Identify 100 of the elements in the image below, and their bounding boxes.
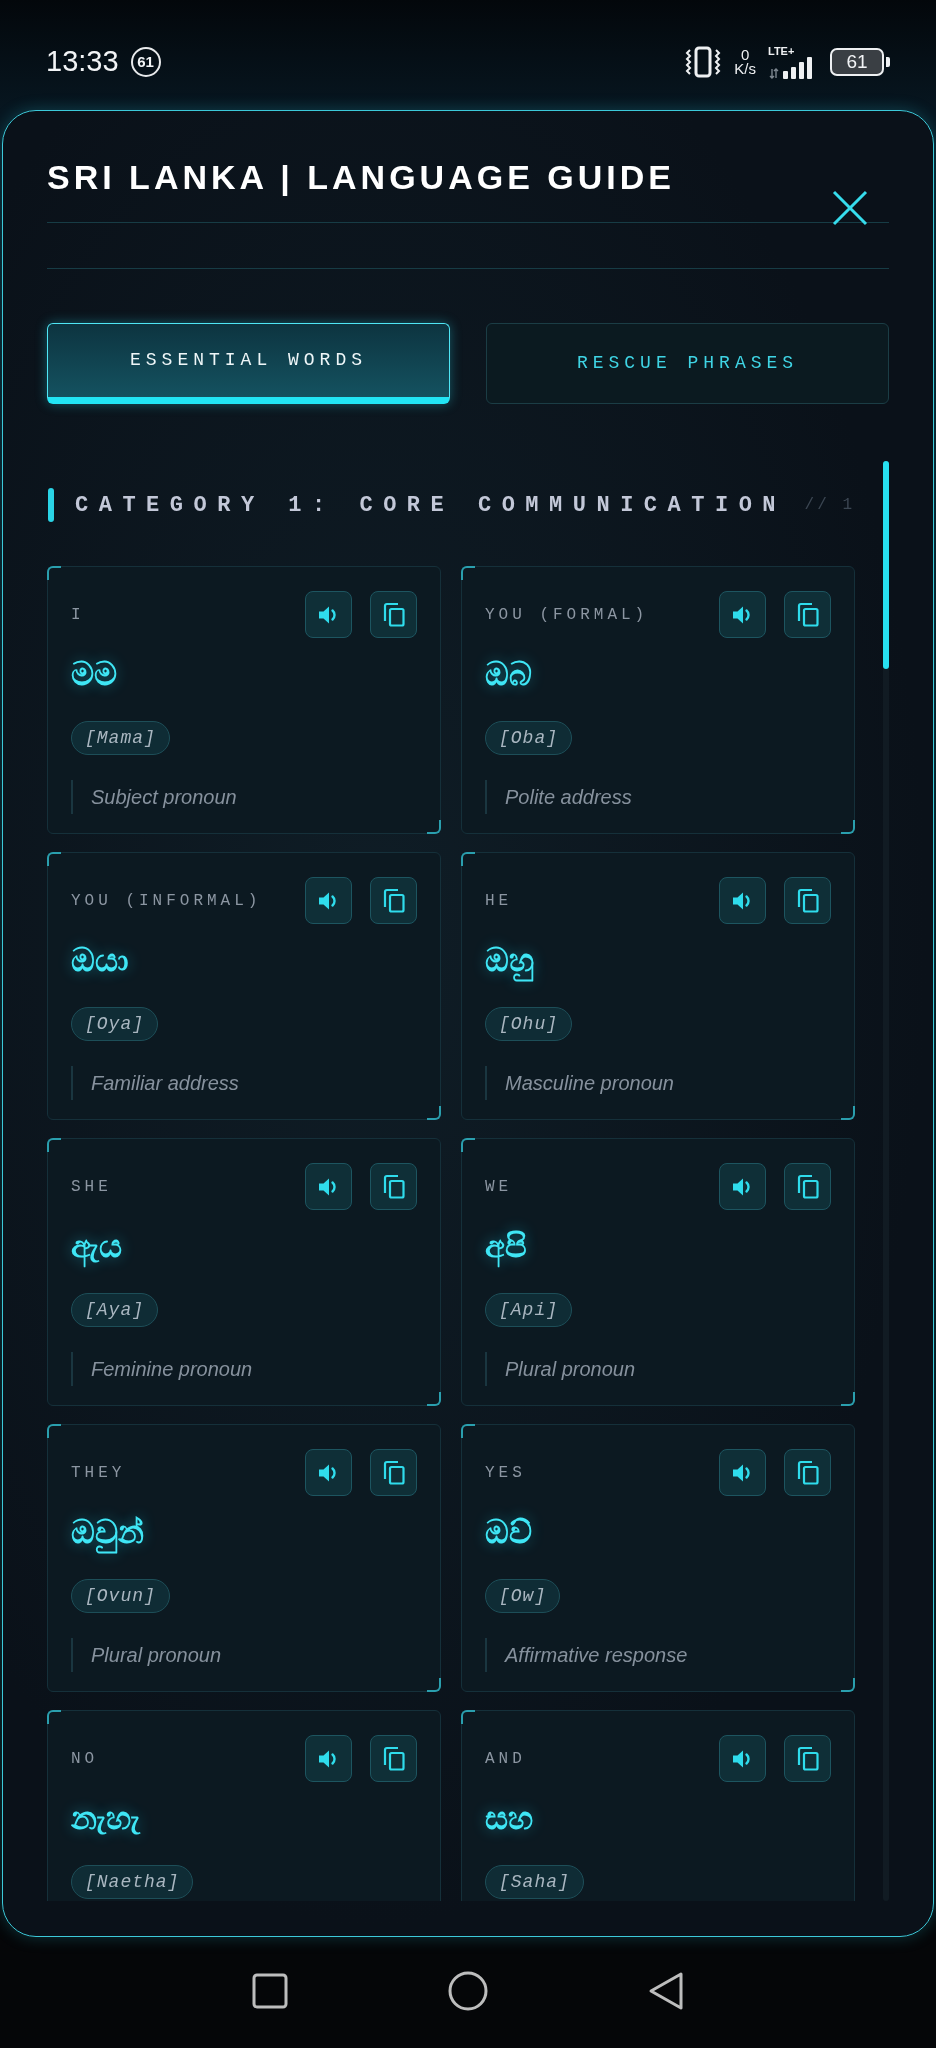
- sinhala-word: අපි: [485, 1224, 527, 1268]
- corner-accent: [461, 1710, 475, 1724]
- back-button[interactable]: [648, 1970, 684, 2011]
- copy-icon: [382, 1460, 405, 1485]
- copy-button[interactable]: [784, 1735, 831, 1782]
- copy-icon: [796, 602, 819, 627]
- scrollbar-thumb[interactable]: [883, 461, 889, 669]
- corner-accent: [47, 566, 61, 580]
- copy-icon: [796, 1460, 819, 1485]
- vibrate-icon: [684, 46, 723, 78]
- notification-count-badge: 61: [130, 47, 161, 77]
- speaker-button[interactable]: [719, 1163, 766, 1210]
- copy-button[interactable]: [370, 591, 417, 638]
- speaker-button[interactable]: [719, 591, 766, 638]
- pronunciation-tag: [Ow]: [485, 1579, 561, 1613]
- sinhala-word: ඔව්: [485, 1513, 532, 1552]
- speaker-button[interactable]: [719, 1449, 766, 1496]
- sinhala-word: ඔයා: [71, 941, 129, 980]
- pronunciation-tag: [Naetha]: [71, 1865, 194, 1899]
- copy-button[interactable]: [370, 877, 417, 924]
- speaker-button[interactable]: [305, 591, 352, 638]
- corner-accent: [427, 820, 441, 834]
- word-description: Feminine pronoun: [91, 1357, 253, 1382]
- copy-button[interactable]: [370, 1449, 417, 1496]
- word-description: Plural pronoun: [91, 1643, 222, 1668]
- corner-accent: [841, 1106, 855, 1120]
- battery-indicator: 61: [830, 48, 890, 76]
- speaker-button[interactable]: [719, 877, 766, 924]
- corner-accent: [427, 1106, 441, 1120]
- sinhala-word: ඔබ: [485, 655, 532, 694]
- speaker-button[interactable]: [305, 1735, 352, 1782]
- copy-icon: [796, 1746, 819, 1771]
- word-description: Familiar address: [91, 1071, 239, 1096]
- tab[interactable]: ESSENTIAL WORDS: [47, 323, 450, 404]
- english-word: YOU (FORMAL): [485, 604, 649, 626]
- copy-icon: [382, 1746, 405, 1771]
- english-word: WE: [485, 1176, 513, 1198]
- network-speed: 0 K/s: [734, 48, 756, 76]
- copy-button[interactable]: [784, 591, 831, 638]
- pronunciation-tag: [Oya]: [71, 1007, 158, 1041]
- square-icon: [252, 1972, 288, 2009]
- sinhala-word: ඔවුන්: [71, 1510, 144, 1554]
- corner-accent: [461, 852, 475, 866]
- category-heading: CATEGORY 1: CORE COMMUNICATION: [75, 491, 787, 520]
- close-button[interactable]: [832, 190, 868, 226]
- close-icon: [832, 190, 868, 226]
- speaker-button[interactable]: [305, 1163, 352, 1210]
- triangle-icon: [648, 1970, 684, 2011]
- corner-accent: [461, 1424, 475, 1438]
- pronunciation-tag: [Ovun]: [71, 1579, 170, 1613]
- word-description: Masculine pronoun: [505, 1071, 674, 1096]
- tab[interactable]: RESCUE PHRASES: [486, 323, 889, 404]
- heading-accent-bar: [48, 488, 54, 522]
- corner-accent: [427, 1678, 441, 1692]
- corner-accent: [427, 1392, 441, 1406]
- corner-accent: [841, 1392, 855, 1406]
- corner-accent: [47, 1424, 61, 1438]
- corner-accent: [47, 852, 61, 866]
- pronunciation-tag: [Mama]: [71, 721, 170, 755]
- copy-icon: [382, 602, 405, 627]
- corner-accent: [841, 820, 855, 834]
- english-word: YES: [485, 1462, 526, 1484]
- speaker-button[interactable]: [305, 1449, 352, 1496]
- copy-button[interactable]: [784, 1163, 831, 1210]
- sinhala-word: සහ: [485, 1799, 533, 1838]
- sinhala-word: ඔහු: [485, 938, 534, 982]
- english-word: I: [71, 604, 85, 626]
- home-button[interactable]: [448, 1970, 488, 2011]
- modal-title: SRI LANKA | LANGUAGE GUIDE: [47, 157, 676, 197]
- corner-accent: [47, 1138, 61, 1152]
- speaker-button[interactable]: [719, 1735, 766, 1782]
- category-index: // 1: [804, 495, 855, 516]
- pronunciation-tag: [Saha]: [485, 1865, 584, 1899]
- clock-time: 13:33: [46, 44, 119, 80]
- pronunciation-tag: [Api]: [485, 1293, 572, 1327]
- english-word: HE: [485, 890, 513, 912]
- copy-icon: [382, 1174, 405, 1199]
- copy-button[interactable]: [784, 877, 831, 924]
- sinhala-word: ඇය: [71, 1224, 122, 1268]
- word-description: Affirmative response: [505, 1643, 688, 1668]
- english-word: THEY: [71, 1462, 126, 1484]
- sinhala-word: මම: [71, 655, 117, 694]
- corner-accent: [461, 1138, 475, 1152]
- pronunciation-tag: [Oba]: [485, 721, 572, 755]
- english-word: AND: [485, 1748, 526, 1770]
- pronunciation-tag: [Aya]: [71, 1293, 158, 1327]
- pronunciation-tag: [Ohu]: [485, 1007, 572, 1041]
- recent-apps-button[interactable]: [252, 1972, 288, 2009]
- copy-icon: [382, 888, 405, 913]
- speaker-button[interactable]: [305, 877, 352, 924]
- corner-accent: [461, 566, 475, 580]
- copy-button[interactable]: [370, 1163, 417, 1210]
- circle-icon: [448, 1970, 488, 2011]
- network-type: LTE+: [768, 45, 795, 57]
- word-description: Polite address: [505, 785, 632, 810]
- english-word: NO: [71, 1748, 99, 1770]
- copy-button[interactable]: [784, 1449, 831, 1496]
- word-description: Plural pronoun: [505, 1357, 636, 1382]
- copy-button[interactable]: [370, 1735, 417, 1782]
- english-word: SHE: [71, 1176, 112, 1198]
